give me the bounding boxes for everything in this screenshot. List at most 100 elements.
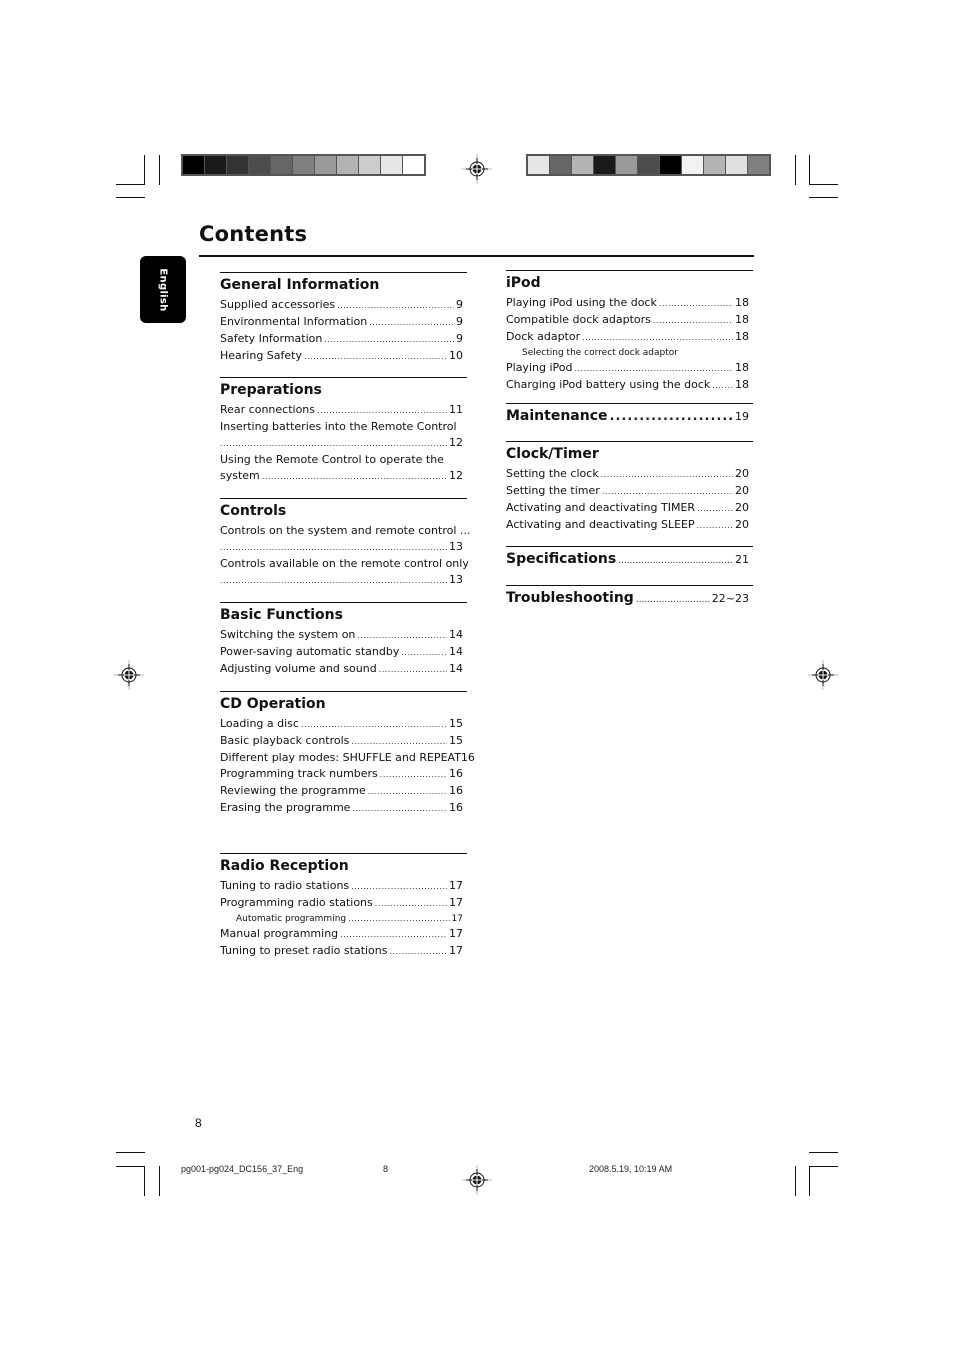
entry-page: 21 [735, 553, 749, 566]
entry-label: Playing iPod using the dock [506, 296, 657, 309]
toc-entry[interactable]: Controls available on the remote control… [220, 556, 469, 589]
toc-entry[interactable]: Tuning to preset radio stations 17 [220, 943, 467, 960]
toc-subentry[interactable]: Selecting the correct dock adaptor [506, 346, 753, 360]
section-divider [506, 441, 753, 442]
toc-entry[interactable]: Dock adaptor 18 [506, 329, 753, 346]
color-swatch [638, 156, 659, 174]
color-swatch [271, 156, 292, 174]
entry-page: 10 [449, 349, 463, 362]
entry-label: Activating and deactivating SLEEP [506, 518, 695, 531]
entry-page: 15 [449, 717, 463, 730]
entry-label: Tuning to preset radio stations [220, 944, 388, 957]
registration-mark-icon [462, 154, 492, 184]
color-swatch [660, 156, 681, 174]
toc-entry[interactable]: Charging iPod battery using the dock 18 [506, 377, 753, 394]
toc-section-specifications[interactable]: Specifications 21 [506, 546, 753, 568]
toc-entry[interactable]: Programming track numbers 16 [220, 766, 467, 783]
entry-label: Hearing Safety [220, 349, 302, 362]
section-heading: Preparations [220, 382, 322, 398]
entry-label: Inserting batteries into the Remote Cont… [220, 420, 457, 433]
dot-leader [574, 361, 733, 377]
entry-page: 16 [449, 767, 463, 780]
entry-page: 14 [449, 628, 463, 641]
entry-page: 9 [456, 332, 463, 345]
color-swatch [616, 156, 637, 174]
crop-mark [144, 155, 145, 185]
crop-mark [809, 1166, 838, 1167]
entry-page: 18 [735, 313, 749, 326]
dot-leader [712, 378, 733, 394]
toc-entry[interactable]: Erasing the programme 16 [220, 800, 467, 817]
section-heading: Radio Reception [220, 858, 349, 874]
title-divider [199, 255, 754, 257]
toc-section-clock-timer: Clock/Timer Setting the clock 20 Setting … [506, 441, 753, 534]
toc-section-cd-operation: CD Operation Loading a disc 15 Basic play… [220, 691, 475, 817]
entry-label: Environmental Information [220, 315, 368, 328]
crop-mark [809, 1166, 810, 1196]
color-swatch [183, 156, 204, 174]
color-swatch [227, 156, 248, 174]
toc-entry[interactable]: Adjusting volume and sound 14 [220, 661, 467, 678]
toc-entry[interactable]: Using the Remote Control to operate the … [220, 452, 467, 485]
entry-label: Programming track numbers [220, 767, 378, 780]
color-swatch [682, 156, 703, 174]
dot-leader [348, 912, 449, 926]
toc-entry[interactable]: Compatible dock adaptors 18 [506, 312, 753, 329]
color-swatch [249, 156, 270, 174]
entry-page: 11 [449, 403, 463, 416]
crop-mark [159, 1166, 160, 1196]
toc-entry[interactable]: Setting the timer 20 [506, 483, 753, 500]
toc-entry[interactable]: Environmental Information 9 [220, 314, 467, 331]
toc-section-maintenance[interactable]: Maintenance 19 [506, 403, 753, 425]
entry-label: Loading a disc [220, 717, 299, 730]
toc-entry[interactable]: Rear connections 11 [220, 402, 467, 419]
entry-page: 15 [449, 734, 463, 747]
toc-entry[interactable]: Power-saving automatic standby 14 [220, 644, 467, 661]
toc-entry[interactable]: Manual programming 17 [220, 926, 467, 943]
crop-mark [116, 1166, 145, 1167]
toc-section-troubleshooting[interactable]: Troubleshooting 22~23 [506, 585, 753, 607]
toc-entry[interactable]: Hearing Safety 10 [220, 348, 467, 365]
crop-mark [116, 1152, 145, 1153]
toc-entry[interactable]: Basic playback controls 15 [220, 733, 467, 750]
toc-subentry[interactable]: Automatic programming 17 [220, 912, 467, 926]
toc-entry[interactable]: Inserting batteries into the Remote Cont… [220, 419, 467, 452]
toc-entry[interactable]: Supplied accessories 9 [220, 297, 467, 314]
entry-page: 18 [735, 330, 749, 343]
footer-sheet-number: 8 [383, 1164, 389, 1174]
entry-page: 13 [449, 540, 463, 553]
entry-page: 12 [449, 436, 463, 449]
toc-section-ipod: iPod Playing iPod using the dock 18 Compa… [506, 270, 753, 394]
toc-entry[interactable]: Safety Information 9 [220, 331, 467, 348]
entry-page: 13 [449, 573, 463, 586]
toc-entry[interactable]: Playing iPod using the dock 18 [506, 295, 753, 312]
color-swatch [293, 156, 314, 174]
dot-leader [697, 518, 733, 534]
toc-entry[interactable]: Loading a disc 15 [220, 716, 467, 733]
color-swatch [315, 156, 336, 174]
dot-leader [618, 556, 733, 566]
entry-label: Compatible dock adaptors [506, 313, 651, 326]
toc-entry[interactable]: Playing iPod 18 [506, 360, 753, 377]
toc-entry[interactable]: Activating and deactivating SLEEP 20 [506, 517, 753, 534]
toc-entry[interactable]: Activating and deactivating TIMER 20 [506, 500, 753, 517]
entry-page: 20 [735, 467, 749, 480]
entry-page: 18 [735, 378, 749, 391]
entry-page: 17 [449, 879, 463, 892]
toc-entry[interactable]: Tuning to radio stations 17 [220, 878, 467, 895]
toc-entry[interactable]: Switching the system on 14 [220, 627, 467, 644]
entry-label: Reviewing the programme [220, 784, 366, 797]
toc-entry[interactable]: Controls on the system and remote contro… [220, 523, 470, 556]
toc-entry[interactable]: Programming radio stations 17 [220, 895, 467, 912]
section-heading: Basic Functions [220, 607, 343, 623]
toc-entry[interactable]: Setting the clock 20 [506, 466, 753, 483]
entry-label: Power-saving automatic standby [220, 645, 400, 658]
entry-label: Adjusting volume and sound [220, 662, 377, 675]
footer-file-name: pg001-pg024_DC156_37_Eng [181, 1164, 304, 1174]
section-divider [506, 403, 753, 404]
toc-entry[interactable]: Different play modes: SHUFFLE and REPEAT… [220, 750, 475, 766]
dot-leader [317, 403, 447, 419]
entry-label: Erasing the programme [220, 801, 351, 814]
crop-mark [795, 155, 796, 185]
toc-entry[interactable]: Reviewing the programme 16 [220, 783, 467, 800]
